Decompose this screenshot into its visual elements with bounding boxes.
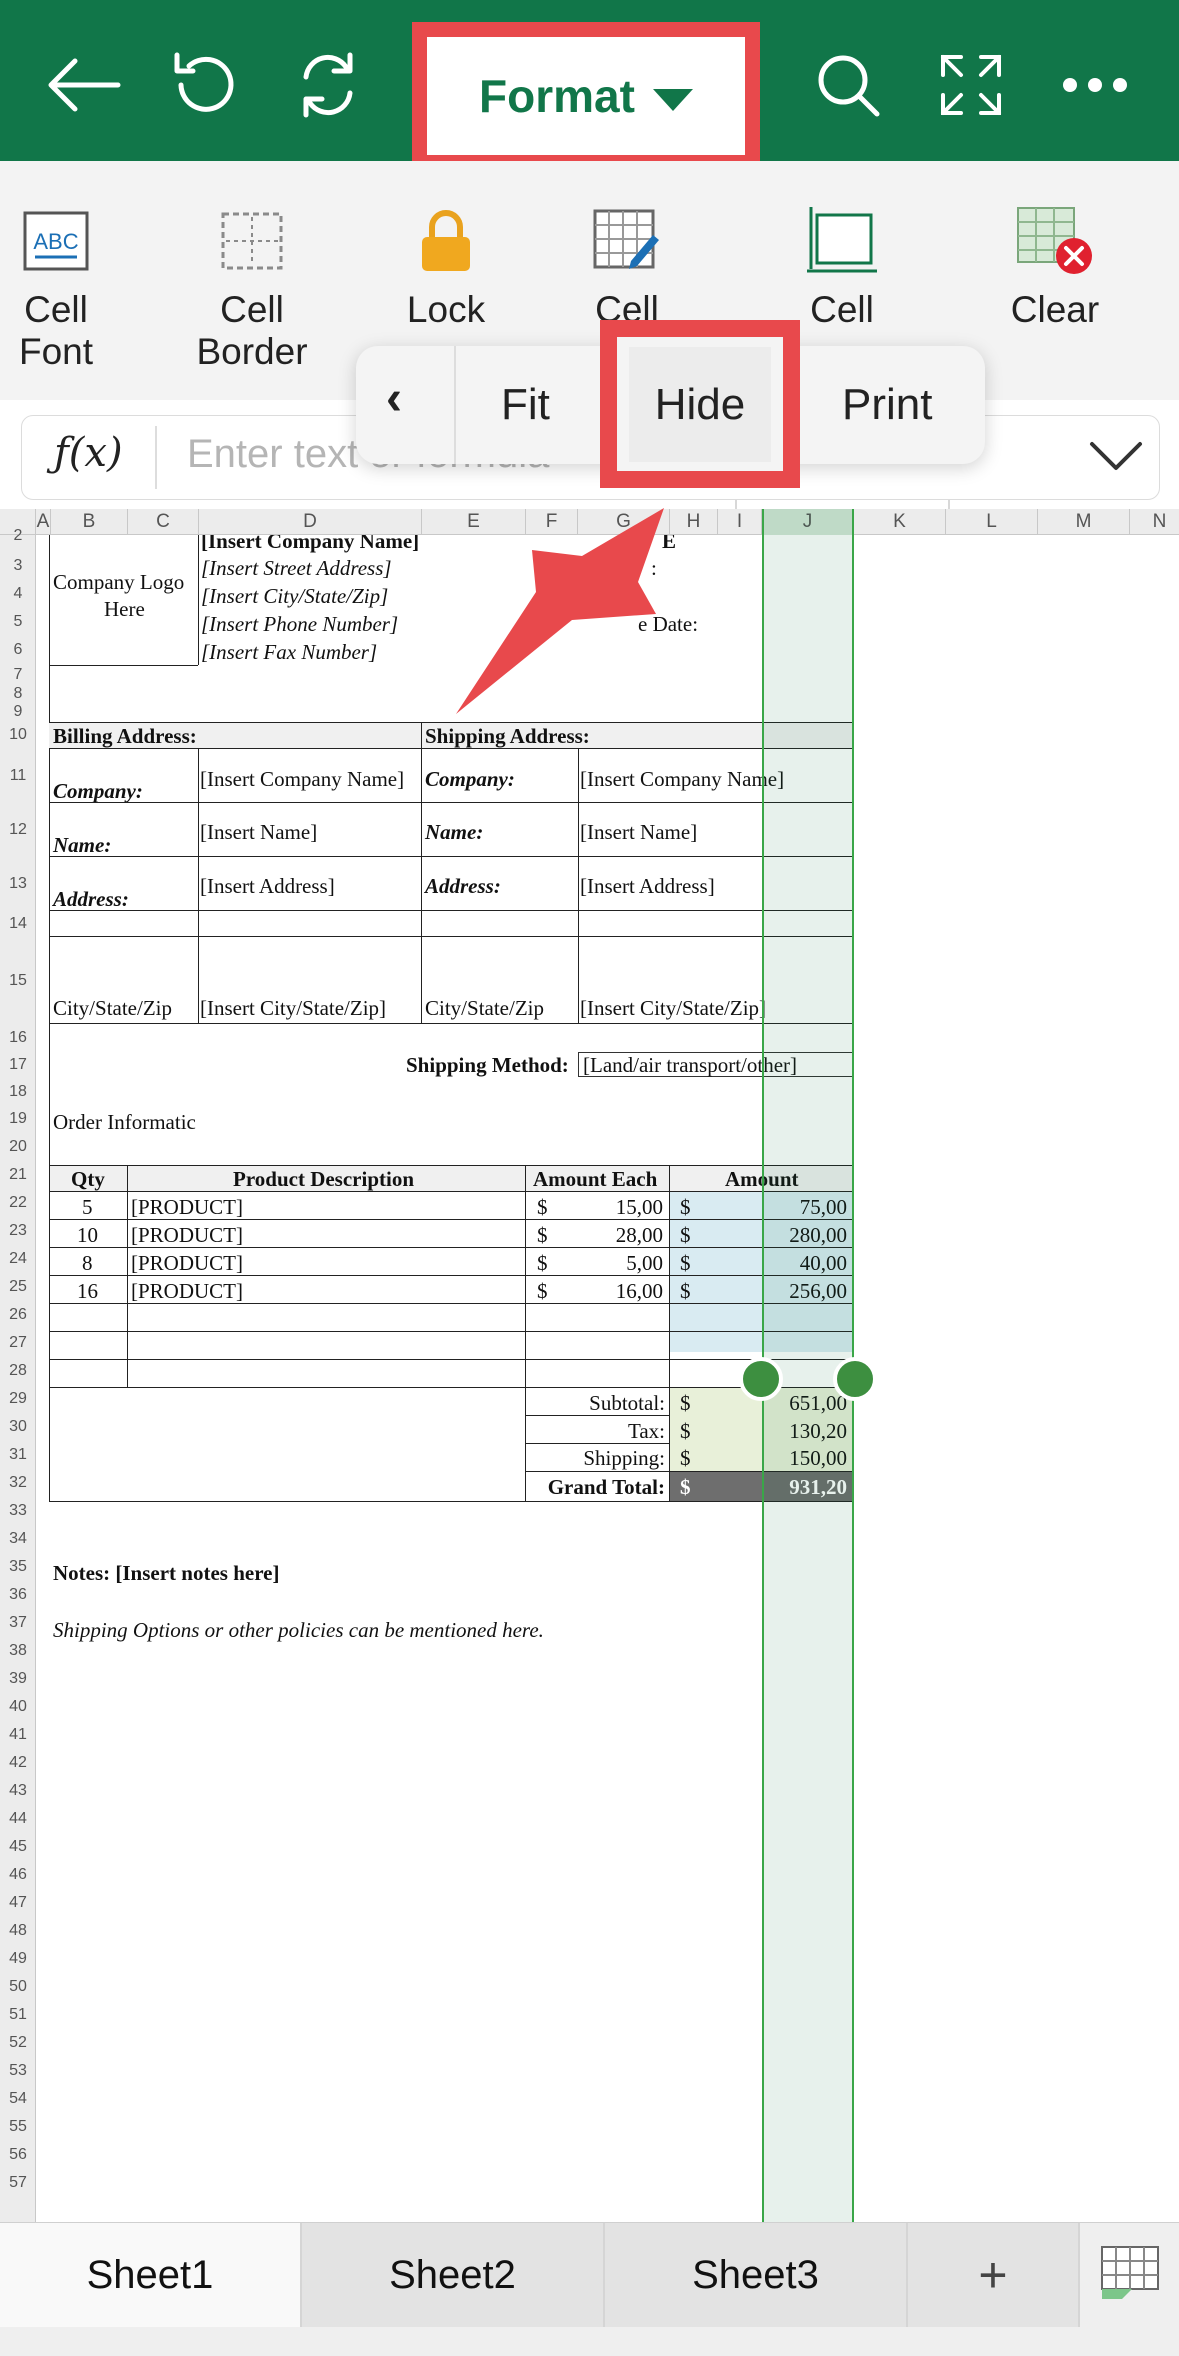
popup-divider xyxy=(454,346,456,464)
excel-app: Format ABC Cell Font Cell Border Lock Ce… xyxy=(0,0,1179,2356)
chevron-left-icon[interactable]: ‹ xyxy=(386,371,402,426)
tab-sheet2[interactable]: Sheet2 xyxy=(302,2223,605,2327)
add-sheet-button[interactable]: + xyxy=(908,2223,1080,2327)
sheet-tabs-bar: Sheet1 Sheet2 Sheet3 + xyxy=(0,2222,1179,2356)
print-option[interactable]: Print xyxy=(842,380,932,430)
hide-option-highlight: Hide xyxy=(600,320,800,488)
tab-sheet1[interactable]: Sheet1 xyxy=(0,2223,302,2327)
tab-sheet3[interactable]: Sheet3 xyxy=(605,2223,908,2327)
grid-view-icon[interactable] xyxy=(1098,2243,1162,2308)
fit-option[interactable]: Fit xyxy=(501,380,550,430)
hide-option[interactable]: Hide xyxy=(629,347,771,462)
